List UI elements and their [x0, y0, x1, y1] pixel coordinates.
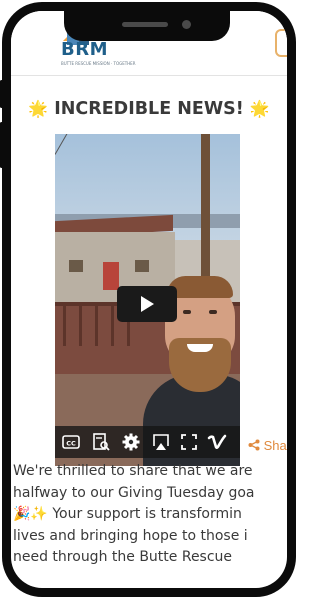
sparkle-emoji-left: 🌟: [28, 99, 49, 118]
logo-text: BRM: [61, 39, 108, 60]
play-icon: [141, 296, 154, 312]
share-icon: [248, 439, 260, 451]
sparkle-emoji-right: 🌟: [249, 99, 270, 118]
share-label: Sha: [263, 438, 287, 453]
video-frame-window: [69, 260, 83, 272]
airplay-icon[interactable]: [151, 432, 171, 452]
transcript-icon[interactable]: [91, 432, 111, 452]
body-line: need through the Butte Rescue: [13, 549, 233, 565]
fullscreen-icon[interactable]: [179, 432, 199, 452]
body-line: We're thrilled to share that we are: [13, 463, 253, 479]
front-camera: [182, 20, 191, 29]
speaker-grille: [122, 22, 168, 27]
video-frame-baluster: [111, 306, 114, 346]
video-frame-door: [103, 262, 119, 290]
body-line: 🎉✨ Your support is transformin: [13, 506, 242, 522]
phone-screen: BRM BUTTE RESCUE MISSION · TOGETHER 🌟 IN…: [11, 11, 287, 588]
video-frame-baluster: [63, 306, 66, 346]
menu-button[interactable]: [275, 29, 287, 57]
video-frame-baluster: [95, 306, 98, 346]
video-controls-bar: CC: [55, 426, 240, 458]
post-body: We're thrilled to share that we are half…: [13, 461, 287, 569]
person-eye: [209, 310, 217, 314]
play-button[interactable]: [117, 286, 177, 322]
post-headline: 🌟 INCREDIBLE NEWS! 🌟: [11, 99, 287, 119]
share-button[interactable]: Sha: [248, 438, 287, 453]
settings-icon[interactable]: [121, 432, 141, 452]
logo-tagline: BUTTE RESCUE MISSION · TOGETHER: [61, 61, 136, 66]
vimeo-icon[interactable]: [207, 432, 227, 452]
person-eye: [183, 310, 191, 314]
video-player[interactable]: CC: [55, 134, 240, 466]
phone-notch: [64, 11, 230, 41]
cc-icon[interactable]: CC: [61, 432, 81, 452]
person-smile: [187, 344, 213, 352]
phone-frame: BRM BUTTE RESCUE MISSION · TOGETHER 🌟 IN…: [2, 2, 296, 597]
video-frame-baluster: [79, 306, 82, 346]
headline-text: INCREDIBLE NEWS!: [54, 99, 244, 119]
body-line: halfway to our Giving Tuesday goa: [13, 484, 255, 501]
body-line: lives and bringing hope to those i: [13, 527, 248, 544]
svg-text:CC: CC: [66, 440, 76, 448]
